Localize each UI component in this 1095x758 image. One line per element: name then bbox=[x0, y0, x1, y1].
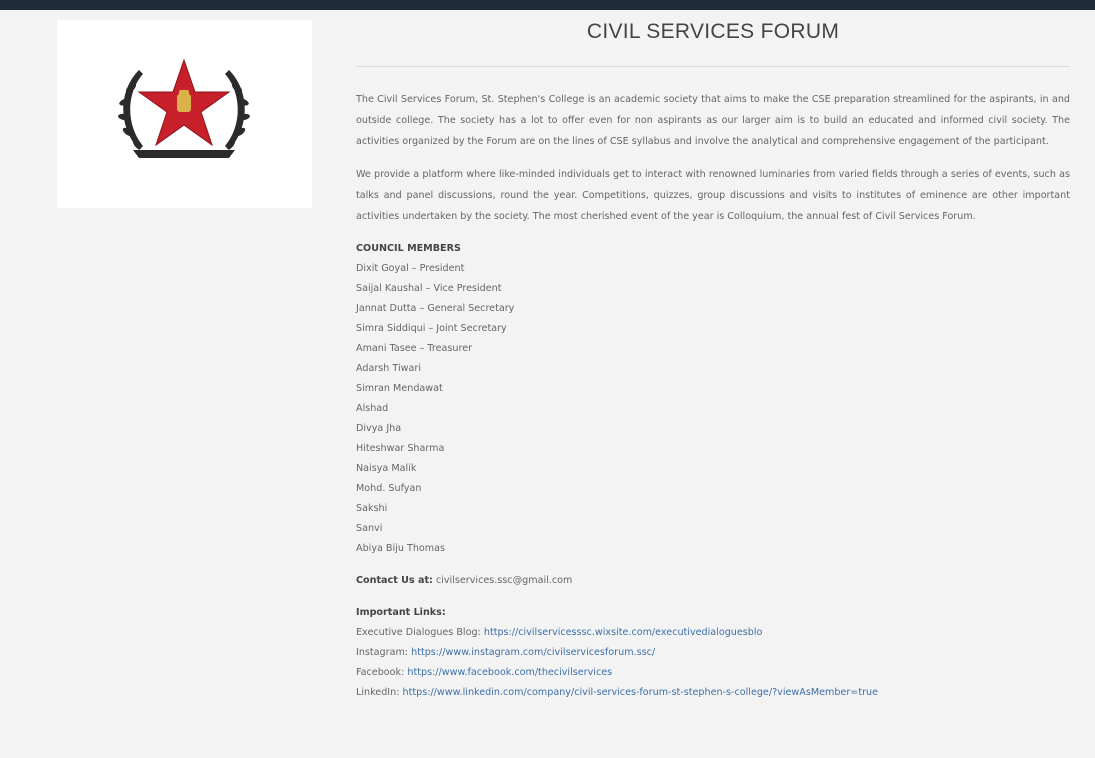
list-item: Sanvi bbox=[356, 523, 383, 534]
link-label: Facebook: bbox=[356, 667, 405, 678]
links-heading: Important Links: bbox=[356, 607, 446, 618]
star-emblem-icon bbox=[118, 58, 250, 158]
intro-paragraph-1: The Civil Services Forum, St. Stephen's … bbox=[356, 94, 1070, 147]
council-heading: COUNCIL MEMBERS bbox=[356, 243, 461, 254]
list-item: Saijal Kaushal – Vice President bbox=[356, 283, 502, 294]
page-title: CIVIL SERVICES FORUM bbox=[586, 20, 840, 43]
link-row: Executive Dialogues Blog: https://civils… bbox=[356, 623, 1070, 643]
list-item: Dixit Goyal – President bbox=[356, 263, 465, 274]
link-label: Instagram: bbox=[356, 647, 409, 658]
important-links: Important Links: Executive Dialogues Blo… bbox=[356, 603, 1070, 703]
link-row: LinkedIn: https://www.linkedin.com/compa… bbox=[356, 683, 1070, 703]
list-item: Divya Jha bbox=[356, 423, 402, 434]
linkedin-link[interactable]: https://www.linkedin.com/company/civil-s… bbox=[403, 687, 879, 698]
list-item: Jannat Dutta – General Secretary bbox=[356, 303, 515, 314]
main-content: CIVIL SERVICES FORUM The Civil Services … bbox=[356, 14, 1070, 703]
list-item: Naisya Malik bbox=[356, 463, 417, 474]
logo-panel bbox=[57, 20, 312, 208]
divider bbox=[356, 66, 1070, 67]
top-bar bbox=[0, 0, 1095, 10]
list-item: Hiteshwar Sharma bbox=[356, 443, 445, 454]
facebook-link[interactable]: https://www.facebook.com/thecivilservice… bbox=[407, 667, 612, 678]
list-item: Simra Siddiqui – Joint Secretary bbox=[356, 323, 507, 334]
list-item: Abiya Biju Thomas bbox=[356, 543, 445, 554]
council-members-list: Dixit Goyal – President Saijal Kaushal –… bbox=[356, 259, 1070, 559]
contact-email: civilservices.ssc@gmail.com bbox=[435, 575, 573, 586]
blog-link[interactable]: https://civilservicesssc.wixsite.com/exe… bbox=[484, 627, 763, 638]
list-item: Amani Tasee – Treasurer bbox=[356, 343, 473, 354]
list-item: Sakshi bbox=[356, 503, 388, 514]
instagram-link[interactable]: https://www.instagram.com/civilservicesf… bbox=[411, 647, 655, 658]
link-row: Facebook: https://www.facebook.com/theci… bbox=[356, 663, 1070, 683]
list-item: Alshad bbox=[356, 403, 389, 414]
contact-line: Contact Us at: civilservices.ssc@gmail.c… bbox=[356, 571, 1070, 591]
link-label: LinkedIn: bbox=[356, 687, 400, 698]
contact-label: Contact Us at: bbox=[356, 575, 433, 586]
intro-paragraph-2: We provide a platform where like-minded … bbox=[356, 169, 1070, 222]
link-label: Executive Dialogues Blog: bbox=[356, 627, 481, 638]
link-row: Instagram: https://www.instagram.com/civ… bbox=[356, 643, 1070, 663]
list-item: Adarsh Tiwari bbox=[356, 363, 422, 374]
list-item: Simran Mendawat bbox=[356, 383, 443, 394]
list-item: Mohd. Sufyan bbox=[356, 483, 422, 494]
